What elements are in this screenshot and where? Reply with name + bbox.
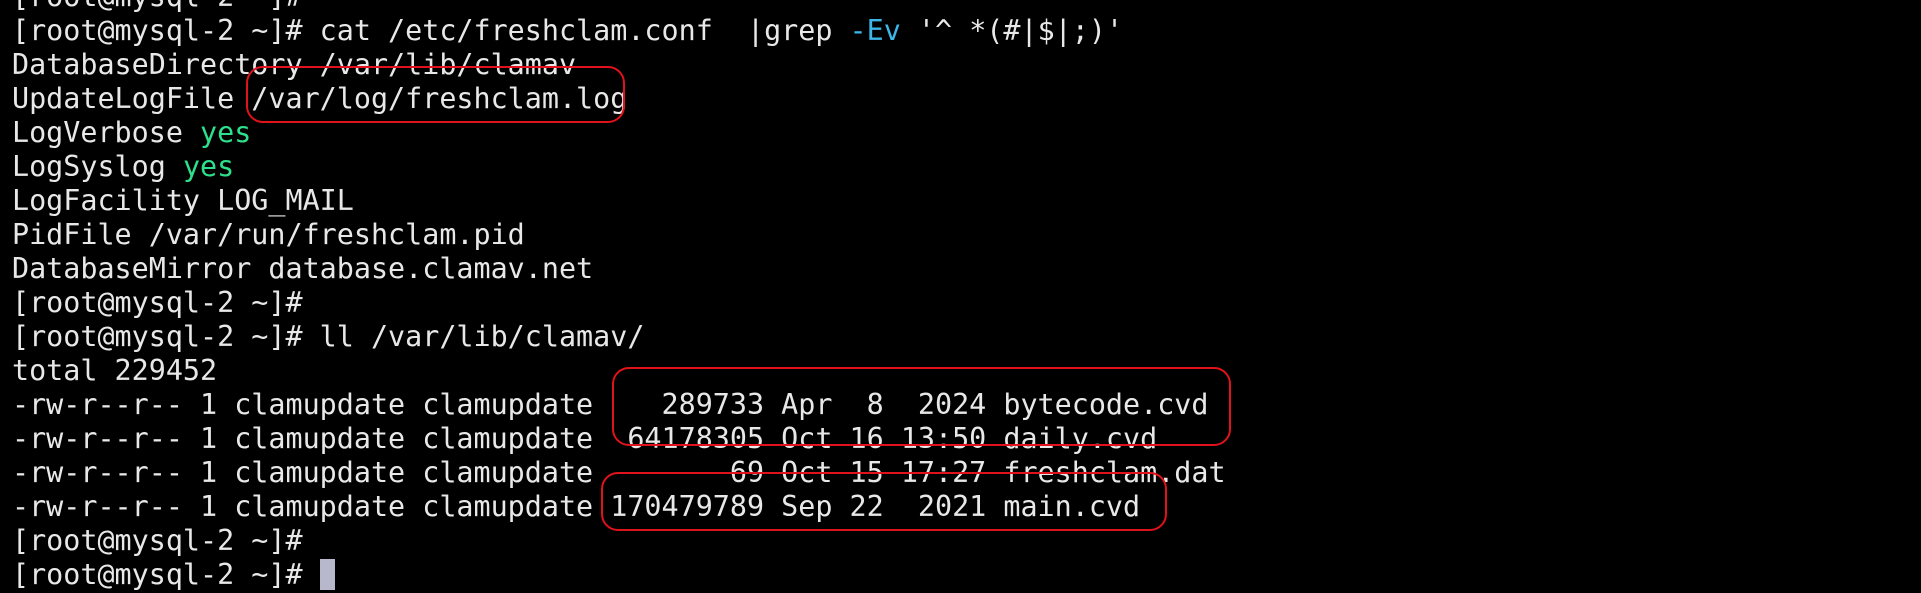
- terminal-line: PidFile /var/run/freshclam.pid: [12, 218, 1226, 252]
- terminal-text-segment: [root@mysql-2 ~]#: [12, 558, 320, 591]
- terminal-output[interactable]: [root@mysql-2 ~]# [root@mysql-2 ~]# cat …: [12, 0, 1226, 592]
- terminal-line: DatabaseDirectory /var/lib/clamav: [12, 48, 1226, 82]
- terminal-line: DatabaseMirror database.clamav.net: [12, 252, 1226, 286]
- terminal-text-segment: -rw-r--r-- 1 clamupdate clamupdate 64178…: [12, 422, 1158, 455]
- terminal-text-segment: DatabaseMirror database.clamav.net: [12, 252, 594, 285]
- terminal-cursor: [319, 559, 335, 590]
- terminal-window[interactable]: [root@mysql-2 ~]# [root@mysql-2 ~]# cat …: [0, 0, 1921, 593]
- terminal-line: [root@mysql-2 ~]#: [12, 558, 1226, 592]
- terminal-text-segment: [root@mysql-2 ~]#: [12, 0, 320, 13]
- terminal-line: [root@mysql-2 ~]#: [12, 286, 1226, 320]
- terminal-line: [root@mysql-2 ~]#: [12, 0, 1226, 14]
- terminal-line: [root@mysql-2 ~]#: [12, 524, 1226, 558]
- terminal-text-segment: PidFile /var/run/freshclam.pid: [12, 218, 525, 251]
- terminal-text-segment: [root@mysql-2 ~]#: [12, 524, 303, 557]
- terminal-line: UpdateLogFile /var/log/freshclam.log: [12, 82, 1226, 116]
- terminal-line: LogVerbose yes: [12, 116, 1226, 150]
- terminal-text-segment: UpdateLogFile /var/log/freshclam.log: [12, 82, 628, 115]
- terminal-line: -rw-r--r-- 1 clamupdate clamupdate 28973…: [12, 388, 1226, 422]
- terminal-text-segment: LogFacility LOG_MAIL: [12, 184, 354, 217]
- terminal-text-segment: -rw-r--r-- 1 clamupdate clamupdate 17047…: [12, 490, 1141, 523]
- terminal-line: LogSyslog yes: [12, 150, 1226, 184]
- terminal-line: -rw-r--r-- 1 clamupdate clamupdate 69 Oc…: [12, 456, 1226, 490]
- terminal-text-segment: -rw-r--r-- 1 clamupdate clamupdate 69 Oc…: [12, 456, 1226, 489]
- terminal-text-segment: [root@mysql-2 ~]#: [12, 286, 303, 319]
- terminal-line: [root@mysql-2 ~]# cat /etc/freshclam.con…: [12, 14, 1226, 48]
- terminal-line: LogFacility LOG_MAIL: [12, 184, 1226, 218]
- terminal-text-segment: yes: [182, 150, 235, 183]
- terminal-text-segment: yes: [200, 116, 252, 149]
- terminal-line: total 229452: [12, 354, 1226, 388]
- terminal-text-segment: -Ev: [849, 14, 901, 47]
- terminal-text-segment: [root@mysql-2 ~]# ll /var/lib/clamav/: [12, 320, 645, 353]
- terminal-line: [root@mysql-2 ~]# ll /var/lib/clamav/: [12, 320, 1226, 354]
- terminal-text-segment: '^ *(#|$|;)': [900, 14, 1124, 47]
- terminal-text-segment: DatabaseDirectory /var/lib/clamav: [12, 48, 577, 81]
- terminal-text-segment: LogVerbose: [12, 116, 201, 149]
- terminal-text-segment: total 229452: [12, 354, 218, 387]
- terminal-line: -rw-r--r-- 1 clamupdate clamupdate 17047…: [12, 490, 1226, 524]
- terminal-text-segment: -rw-r--r-- 1 clamupdate clamupdate 28973…: [12, 388, 1209, 421]
- terminal-line: -rw-r--r-- 1 clamupdate clamupdate 64178…: [12, 422, 1226, 456]
- terminal-text-segment: [root@mysql-2 ~]# cat /etc/freshclam.con…: [12, 14, 850, 47]
- terminal-text-segment: LogSyslog: [12, 150, 183, 183]
